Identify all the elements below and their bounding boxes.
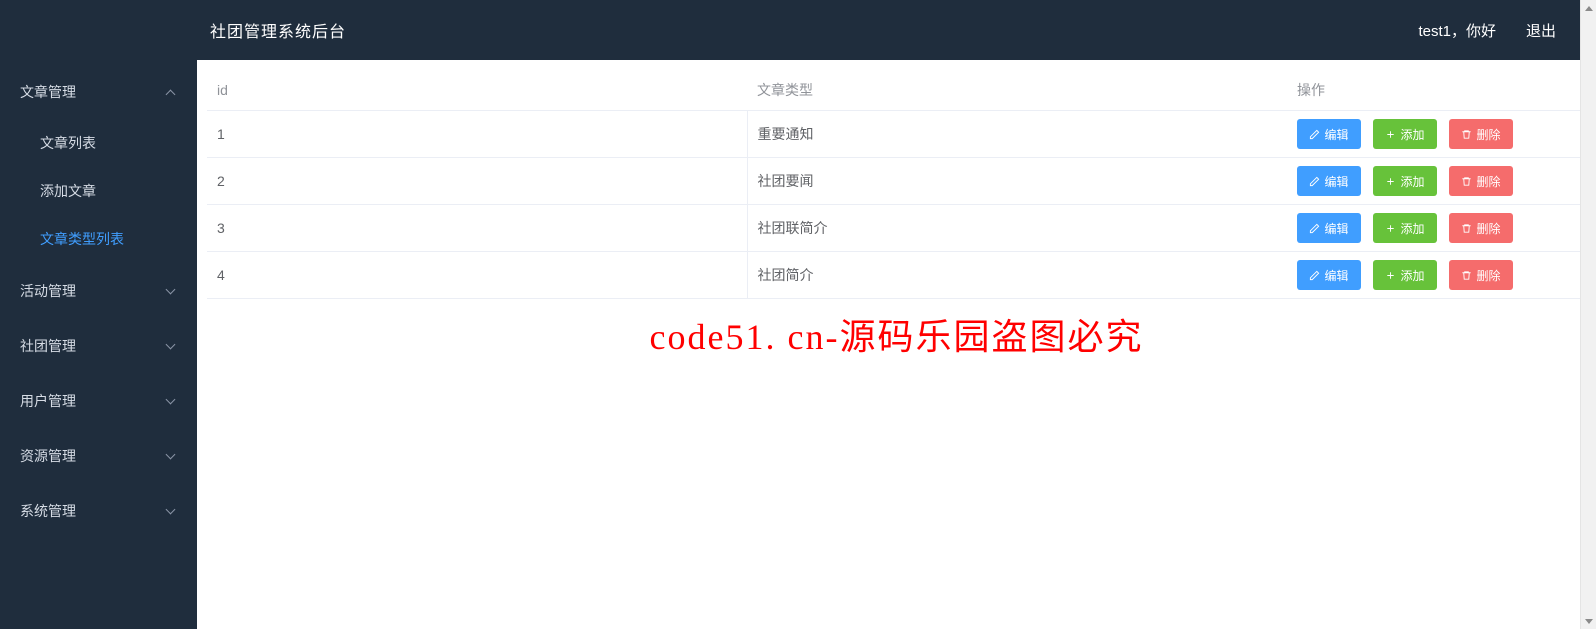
plus-icon (1385, 176, 1396, 187)
chevron-up-icon (167, 87, 177, 97)
edit-button[interactable]: 编辑 (1297, 166, 1361, 196)
delete-button-label: 删除 (1476, 126, 1500, 143)
pencil-icon (1309, 129, 1320, 140)
table-row: 1重要通知 编辑 添加 删除 (207, 111, 1586, 158)
menu-group-label: 系统管理 (20, 501, 167, 521)
edit-button[interactable]: 编辑 (1297, 260, 1361, 290)
menu-group-label: 用户管理 (20, 391, 167, 411)
delete-button-label: 删除 (1476, 267, 1500, 284)
menu-group-4[interactable]: 资源管理 (0, 428, 197, 483)
add-button-label: 添加 (1400, 267, 1424, 284)
cell-id: 3 (207, 205, 747, 252)
add-button-label: 添加 (1400, 173, 1424, 190)
add-button-label: 添加 (1400, 126, 1424, 143)
plus-icon (1385, 223, 1396, 234)
article-type-table: id 文章类型 操作 1重要通知编辑添加删除2社团要闻编辑添加删除3社团联简介编… (207, 70, 1586, 299)
menu-group-label: 社团管理 (20, 336, 167, 356)
trash-icon (1461, 129, 1472, 140)
edit-button-label: 编辑 (1324, 220, 1348, 237)
chevron-down-icon (167, 506, 177, 516)
submenu-item-0-1[interactable]: 添加文章 (20, 167, 197, 215)
topbar: 社团管理系统后台 test1，你好 退出 (0, 0, 1596, 60)
delete-button[interactable]: 删除 (1449, 119, 1513, 149)
delete-button[interactable]: 删除 (1449, 213, 1513, 243)
delete-button-label: 删除 (1476, 220, 1500, 237)
pencil-icon (1309, 270, 1320, 281)
col-header-id: id (207, 70, 747, 111)
app-title: 社团管理系统后台 (210, 18, 346, 42)
cell-type: 社团联简介 (747, 205, 1287, 252)
cell-ops: 编辑 添加 删除 (1287, 252, 1586, 299)
menu-group-0[interactable]: 文章管理 (0, 64, 197, 119)
menu-group-label: 资源管理 (20, 446, 167, 466)
submenu-item-0-2[interactable]: 文章类型列表 (20, 215, 197, 263)
menu-group-1[interactable]: 活动管理 (0, 263, 197, 318)
trash-icon (1461, 223, 1472, 234)
cell-id: 2 (207, 158, 747, 205)
add-button[interactable]: 添加 (1373, 213, 1437, 243)
watermark-text: code51. cn-源码乐园盗图必究 (197, 308, 1596, 360)
trash-icon (1461, 176, 1472, 187)
chevron-down-icon (167, 286, 177, 296)
cell-type: 重要通知 (747, 111, 1287, 158)
sidebar: 文章管理文章列表添加文章文章类型列表活动管理社团管理用户管理资源管理系统管理 (0, 60, 197, 629)
menu-group-2[interactable]: 社团管理 (0, 318, 197, 373)
cell-id: 4 (207, 252, 747, 299)
delete-button[interactable]: 删除 (1449, 260, 1513, 290)
edit-button-label: 编辑 (1324, 126, 1348, 143)
user-greeting: test1，你好 (1418, 20, 1496, 41)
table-row: 2社团要闻 编辑 添加 删除 (207, 158, 1586, 205)
chevron-down-icon (167, 451, 177, 461)
submenu-item-0-0[interactable]: 文章列表 (20, 119, 197, 167)
cell-type: 社团要闻 (747, 158, 1287, 205)
cell-ops: 编辑 添加 删除 (1287, 205, 1586, 252)
trash-icon (1461, 270, 1472, 281)
delete-button-label: 删除 (1476, 173, 1500, 190)
chevron-down-icon (167, 396, 177, 406)
table-row: 4社团简介 编辑 添加 删除 (207, 252, 1586, 299)
menu-group-5[interactable]: 系统管理 (0, 483, 197, 538)
menu-group-label: 文章管理 (20, 82, 167, 102)
main-content: id 文章类型 操作 1重要通知编辑添加删除2社团要闻编辑添加删除3社团联简介编… (197, 60, 1596, 629)
scroll-down-icon[interactable] (1581, 613, 1596, 629)
add-button[interactable]: 添加 (1373, 260, 1437, 290)
col-header-type: 文章类型 (747, 70, 1287, 111)
pencil-icon (1309, 223, 1320, 234)
logout-link[interactable]: 退出 (1526, 20, 1556, 41)
cell-ops: 编辑 添加 删除 (1287, 158, 1586, 205)
col-header-ops: 操作 (1287, 70, 1586, 111)
menu-group-label: 活动管理 (20, 281, 167, 301)
scroll-up-icon[interactable] (1581, 0, 1596, 16)
edit-button[interactable]: 编辑 (1297, 213, 1361, 243)
menu-group-3[interactable]: 用户管理 (0, 373, 197, 428)
scrollbar[interactable] (1580, 0, 1596, 629)
plus-icon (1385, 129, 1396, 140)
plus-icon (1385, 270, 1396, 281)
edit-button[interactable]: 编辑 (1297, 119, 1361, 149)
edit-button-label: 编辑 (1324, 267, 1348, 284)
cell-ops: 编辑 添加 删除 (1287, 111, 1586, 158)
add-button[interactable]: 添加 (1373, 166, 1437, 196)
cell-type: 社团简介 (747, 252, 1287, 299)
pencil-icon (1309, 176, 1320, 187)
edit-button-label: 编辑 (1324, 173, 1348, 190)
add-button[interactable]: 添加 (1373, 119, 1437, 149)
table-row: 3社团联简介 编辑 添加 删除 (207, 205, 1586, 252)
chevron-down-icon (167, 341, 177, 351)
add-button-label: 添加 (1400, 220, 1424, 237)
delete-button[interactable]: 删除 (1449, 166, 1513, 196)
cell-id: 1 (207, 111, 747, 158)
